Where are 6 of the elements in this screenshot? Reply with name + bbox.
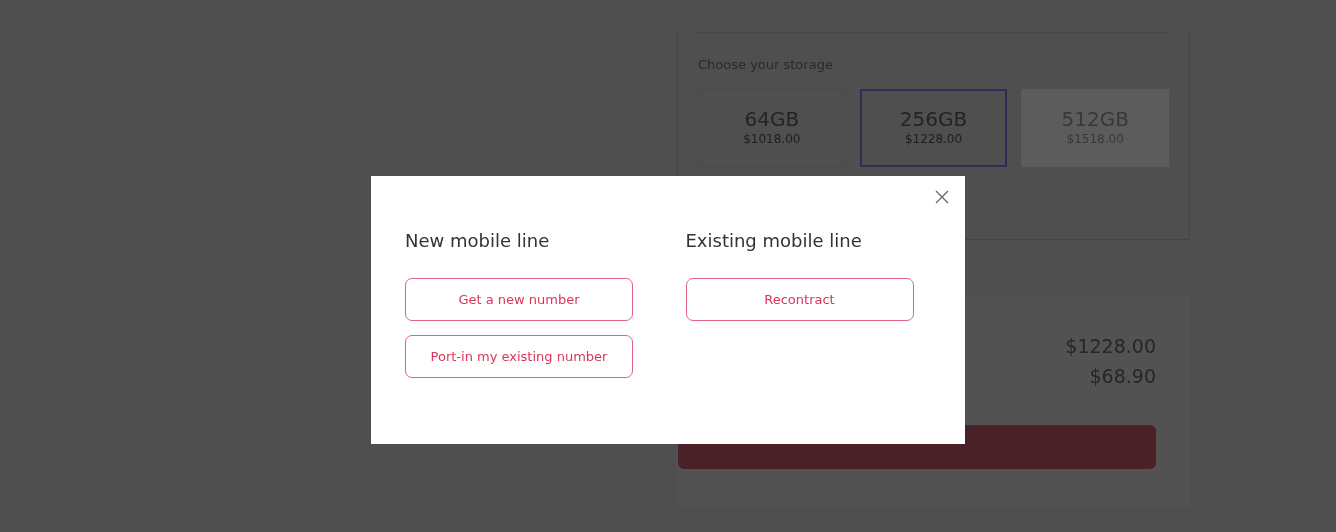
- column-title: Existing mobile line: [685, 229, 863, 253]
- option-button[interactable]: Recontract: [685, 278, 914, 321]
- option-button[interactable]: Get a new number: [405, 278, 633, 321]
- close-icon: [935, 190, 949, 204]
- option-button[interactable]: Port-in my existing number: [405, 335, 633, 378]
- column-title: New mobile line: [405, 229, 551, 253]
